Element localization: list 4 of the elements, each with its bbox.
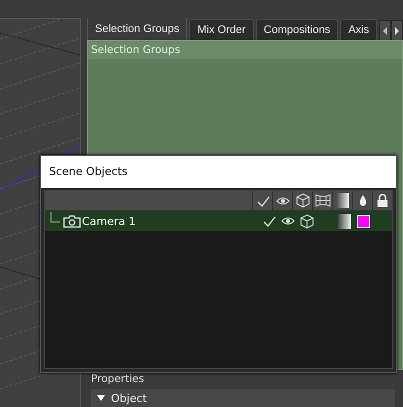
- object-name: Camera 1: [82, 214, 136, 228]
- panel-title: Selection Groups: [91, 44, 180, 56]
- panel-title: Properties: [91, 373, 144, 386]
- window-title: Scene Objects: [41, 156, 396, 188]
